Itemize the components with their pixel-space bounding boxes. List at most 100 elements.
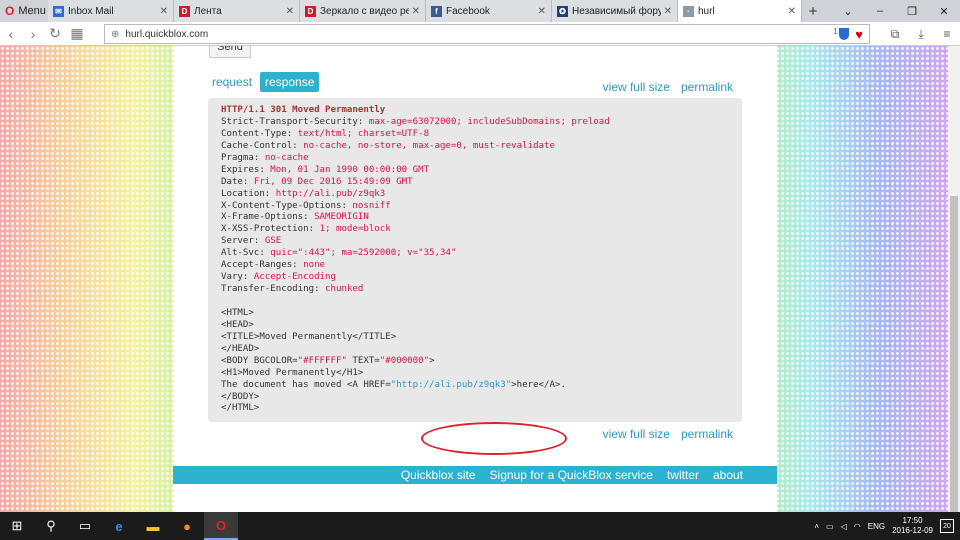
minimize-button[interactable]: – xyxy=(864,0,896,22)
view-full-size-link-bottom[interactable]: view full size xyxy=(603,427,670,441)
language-indicator[interactable]: ENG xyxy=(868,522,885,531)
response-header-line: X-XSS-Protection: 1; mode=block xyxy=(221,224,729,236)
close-tab-icon[interactable]: ✕ xyxy=(286,6,294,17)
speed-dial-button[interactable]: ▦ xyxy=(66,25,88,42)
tab-search-icon[interactable]: ⌄ xyxy=(832,0,864,22)
snapshot-icon[interactable]: ⧉ xyxy=(882,27,908,42)
close-tab-icon[interactable]: ✕ xyxy=(788,6,796,17)
browser-menu-button[interactable]: O Menu xyxy=(0,0,48,22)
tab-response[interactable]: response xyxy=(260,72,320,92)
header-key: X-Frame-Options: xyxy=(221,212,315,223)
search-button[interactable]: ⚲ xyxy=(34,512,68,540)
volume-icon[interactable]: ◁ xyxy=(841,522,847,531)
browser-tab[interactable]: f Facebook ✕ xyxy=(426,0,552,22)
view-full-size-link[interactable]: view full size xyxy=(603,80,670,94)
download-icon[interactable]: ⤓ xyxy=(908,27,934,42)
edge-button[interactable]: e xyxy=(102,512,136,540)
browser-tab[interactable]: · hurl ✕ xyxy=(678,0,802,22)
firefox-button[interactable]: ● xyxy=(170,512,204,540)
header-value: quic=":443"; ma=2592000; v="35,34" xyxy=(270,248,457,259)
browser-tab[interactable]: ✪ Независимый форум п✕ xyxy=(552,0,678,22)
bottom-links: view full size permalink xyxy=(603,427,733,441)
file-explorer-button[interactable]: ▬ xyxy=(136,512,170,540)
permalink-link-bottom[interactable]: permalink xyxy=(681,427,733,441)
permalink-link[interactable]: permalink xyxy=(681,80,733,94)
header-value: Accept-Encoding xyxy=(253,272,336,283)
header-value: Mon, 01 Jan 1990 00:00:00 GMT xyxy=(270,164,430,175)
header-value: http://ali.pub/z9qk3 xyxy=(275,188,386,199)
footer-signup-link[interactable]: Signup for a QuickBlox service xyxy=(490,468,653,482)
tab-bar: O Menu ✉ Inbox Mail ✕ D Лента ✕ D Зеркало с вид… xyxy=(0,0,960,22)
close-tab-icon[interactable]: ✕ xyxy=(160,6,168,17)
redirect-link[interactable]: "http://ali.pub/z9qk3" xyxy=(391,380,511,390)
back-button[interactable]: ‹ xyxy=(0,26,22,42)
send-button[interactable]: Send xyxy=(209,46,251,58)
response-output: HTTP/1.1 301 Moved Permanently Strict-Tra… xyxy=(208,98,742,455)
url-field[interactable]: ⊕ hurl.quickblox.com 1 ♥ xyxy=(104,24,870,44)
folder-icon: ▬ xyxy=(146,518,160,534)
firefox-icon: ● xyxy=(183,518,191,534)
response-header-line: Expires: Mon, 01 Jan 1990 00:00:00 GMT xyxy=(221,165,729,177)
globe-icon: ⊕ xyxy=(111,28,120,40)
header-key: Server: xyxy=(221,236,265,247)
new-tab-button[interactable]: + xyxy=(802,0,824,22)
tab-label: Лента xyxy=(194,5,222,17)
url-text: hurl.quickblox.com xyxy=(125,28,209,40)
more-icon[interactable]: ≡ xyxy=(934,27,960,41)
content-panel: Send request response view full size per… xyxy=(173,46,777,512)
header-value: no-cache, no-store, max-age=0, must-reva… xyxy=(303,140,555,151)
tab-label: Зеркало с видео регис xyxy=(320,5,409,17)
header-key: Transfer-Encoding: xyxy=(221,284,326,295)
body-html-line: </BODY> xyxy=(221,391,260,402)
close-tab-icon[interactable]: ✕ xyxy=(664,6,672,17)
tab-request[interactable]: request xyxy=(212,72,252,92)
tray-up-arrow-icon[interactable]: ˄ xyxy=(814,522,819,531)
network-icon[interactable]: ▭ xyxy=(826,522,834,531)
opera-taskbar-button[interactable]: O xyxy=(204,512,238,540)
start-button[interactable]: ⊞ xyxy=(0,512,34,540)
task-view-button[interactable]: ▭ xyxy=(68,512,102,540)
red-annotation-circle xyxy=(421,422,567,455)
browser-tab[interactable]: D Лента ✕ xyxy=(174,0,300,22)
browser-tab[interactable]: D Зеркало с видео регис✕ xyxy=(300,0,426,22)
clock[interactable]: 17:50 2016-12-09 xyxy=(892,516,933,536)
header-key: Date: xyxy=(221,176,254,187)
close-tab-icon[interactable]: ✕ xyxy=(538,6,546,17)
response-header-line: Vary: Accept-Encoding xyxy=(221,272,729,284)
reload-button[interactable]: ↻ xyxy=(44,25,66,42)
tab-favicon-icon: D xyxy=(179,5,190,17)
header-key: Content-Type: xyxy=(221,128,298,139)
close-window-button[interactable]: ✕ xyxy=(928,0,960,22)
tab-label: Независимый форум п xyxy=(572,5,661,17)
site-footer: Quickblox site Signup for a QuickBlox se… xyxy=(173,466,777,484)
action-center-button[interactable]: 20 xyxy=(940,519,954,533)
header-key: Vary: xyxy=(221,272,254,283)
tab-favicon-icon: · xyxy=(683,5,694,17)
response-header-line: Transfer-Encoding: chunked xyxy=(221,284,729,296)
scrollbar-thumb[interactable] xyxy=(950,196,958,512)
header-value: no-cache xyxy=(264,152,309,163)
page-scrollbar[interactable] xyxy=(948,46,960,512)
maximize-button[interactable]: ❐ xyxy=(896,0,928,22)
forward-button[interactable]: › xyxy=(22,26,44,42)
adblock-shield-icon[interactable]: 1 xyxy=(833,27,850,40)
adblock-count: 1 xyxy=(833,27,838,36)
footer-quickblox-site-link[interactable]: Quickblox site xyxy=(401,468,476,482)
body-html-line: </HEAD> xyxy=(221,343,260,354)
windows-taskbar: ⊞ ⚲ ▭ e ▬ ● O ˄ ▭ ◁ ◠ ENG 17:50 2016-12-… xyxy=(0,512,960,540)
header-value: chunked xyxy=(325,284,364,295)
response-header-line: Cache-Control: no-cache, no-store, max-a… xyxy=(221,141,729,153)
header-key: Strict-Transport-Security: xyxy=(221,116,369,127)
header-value: GSE xyxy=(264,236,282,247)
task-view-icon: ▭ xyxy=(78,518,92,533)
footer-twitter-link[interactable]: twitter xyxy=(667,468,699,482)
wifi-icon[interactable]: ◠ xyxy=(854,522,861,531)
footer-about-link[interactable]: about xyxy=(713,468,743,482)
browser-tab[interactable]: ✉ Inbox Mail ✕ xyxy=(48,0,174,22)
bookmark-heart-icon[interactable]: ♥ xyxy=(855,27,863,42)
close-tab-icon[interactable]: ✕ xyxy=(412,6,420,17)
header-key: Location: xyxy=(221,188,276,199)
header-key: HTTP/1.1 301 Moved Permanently xyxy=(221,105,386,115)
request-response-tabs: request response xyxy=(212,72,320,92)
menu-label: Menu xyxy=(18,5,46,17)
